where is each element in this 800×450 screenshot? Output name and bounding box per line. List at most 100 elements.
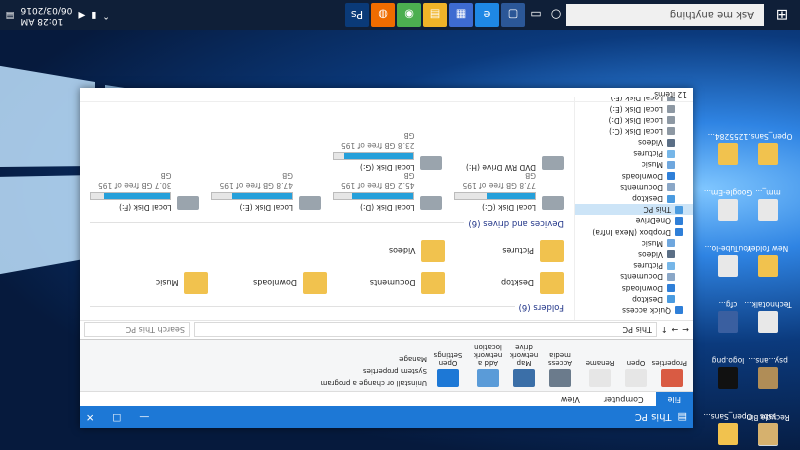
- nav-item[interactable]: Local Disk (D:): [575, 115, 693, 126]
- folder-tile[interactable]: Documents: [327, 270, 446, 296]
- desktop-icon-label: YouTube-lo...: [704, 244, 752, 253]
- tab-computer[interactable]: Computer: [592, 392, 656, 406]
- desktop-icon[interactable]: logo.png: [698, 341, 758, 389]
- address-bar[interactable]: This PC: [194, 322, 657, 338]
- network-icon[interactable]: ▮: [91, 10, 96, 20]
- back-icon[interactable]: ←: [682, 326, 689, 335]
- close-button[interactable]: ✕: [86, 412, 94, 423]
- gear-icon: [437, 369, 459, 387]
- up-icon[interactable]: ↑: [661, 326, 668, 335]
- start-button[interactable]: ⊞: [764, 0, 800, 30]
- nav-item[interactable]: Local Disk (E:): [575, 103, 693, 114]
- maximize-button[interactable]: ☐: [112, 412, 121, 423]
- folder-icon: ▤: [677, 411, 687, 423]
- desktop-icon: [667, 194, 675, 203]
- drive-tile[interactable]: DVD RW Drive (H:): [455, 142, 564, 172]
- file-icon: [718, 423, 738, 445]
- taskbar-app-firefox[interactable]: ◍: [371, 3, 395, 27]
- taskbar-app-edge[interactable]: e: [475, 3, 499, 27]
- rename-button[interactable]: Rename: [585, 359, 615, 387]
- drives-header[interactable]: Devices and drives (6): [90, 218, 564, 228]
- nav-item[interactable]: Desktop: [575, 294, 693, 305]
- properties-button[interactable]: Properties: [652, 359, 687, 387]
- folder-tile[interactable]: Downloads: [209, 270, 327, 296]
- open-settings-button[interactable]: Open Settings: [433, 351, 463, 387]
- nav-item-label: Local Disk (C:): [609, 126, 663, 136]
- desktop-icon[interactable]: 1255284...: [698, 117, 758, 165]
- nav-item[interactable]: Quick access: [575, 305, 693, 316]
- drive-tile[interactable]: Local Disk (D:) 45.2 GB free of 195 GB: [333, 171, 443, 212]
- desktop-icon[interactable]: cfg...: [698, 285, 758, 333]
- drive-tile[interactable]: Local Disk (E:) 47.8 GB free of 195 GB: [211, 171, 321, 212]
- cortana-icon[interactable]: ○: [546, 8, 566, 22]
- nav-item[interactable]: Documents: [575, 182, 693, 193]
- folder-tile[interactable]: Pictures: [446, 238, 564, 264]
- nav-item[interactable]: Videos: [575, 249, 693, 260]
- nav-item[interactable]: Dropbox (Nexa Infra): [575, 227, 693, 238]
- taskbar-app-store[interactable]: ▦: [449, 3, 473, 27]
- file-explorer-window[interactable]: ▤ This PC — ☐ ✕ File Computer View Prope…: [80, 88, 693, 428]
- desktop-icon-label: logo.png: [711, 356, 745, 365]
- folder-tile[interactable]: Desktop: [446, 270, 564, 296]
- nav-item[interactable]: Desktop: [575, 193, 693, 204]
- task-view-icon[interactable]: ▭: [526, 8, 546, 22]
- map-network-drive-button[interactable]: Map network drive: [509, 343, 539, 387]
- desktop-icon[interactable]: Google-Em...: [698, 173, 758, 221]
- file-icon: [718, 367, 738, 389]
- ribbon: Properties Open Rename Access media Map …: [80, 339, 693, 391]
- drive-free-space: 47.8 GB free of 195 GB: [219, 171, 293, 190]
- nav-item[interactable]: Music: [575, 238, 693, 249]
- minimize-button[interactable]: —: [139, 412, 149, 423]
- ribbon-group-system: Open Settings Uninstall or change a prog…: [320, 344, 463, 387]
- drive-tile[interactable]: Local Disk (G:) 23.8 GB free of 195 GB: [333, 131, 443, 172]
- cortana-search-box[interactable]: Ask me anything: [566, 4, 764, 26]
- nav-item-label: Downloads: [621, 283, 663, 293]
- search-input[interactable]: Search This PC: [84, 322, 190, 338]
- folder-tile[interactable]: Music: [90, 270, 209, 296]
- nav-item[interactable]: Local Disk (C:): [575, 126, 693, 137]
- nav-item-label: Documents: [620, 272, 663, 282]
- open-button[interactable]: Open: [621, 359, 651, 387]
- taskbar-app-photoshop[interactable]: Ps: [345, 3, 369, 27]
- nav-item[interactable]: Downloads: [575, 282, 693, 293]
- folder-icon: [421, 240, 446, 262]
- properties-icon: [661, 369, 683, 387]
- clock[interactable]: 10:28 AM 06/03/2016: [21, 4, 73, 26]
- drive-usage-fill: [103, 193, 171, 199]
- access-media-button[interactable]: Access media: [545, 351, 575, 387]
- nav-item[interactable]: Pictures: [575, 148, 693, 159]
- nav-item[interactable]: Videos: [575, 137, 693, 148]
- drive-tile[interactable]: Local Disk (F:) 30.7 GB free of 195 GB: [90, 171, 200, 212]
- uninstall-program-button[interactable]: Uninstall or change a program: [320, 379, 427, 387]
- forward-icon[interactable]: →: [672, 326, 679, 335]
- add-network-location-button[interactable]: Add a network location: [473, 343, 503, 387]
- nav-item-label: Local Disk (E:): [609, 104, 663, 114]
- nav-item[interactable]: Documents: [575, 271, 693, 282]
- system-properties-button[interactable]: System properties: [320, 367, 427, 375]
- nav-item[interactable]: Downloads: [575, 171, 693, 182]
- taskbar-app-file-explorer[interactable]: ▤: [423, 3, 447, 27]
- folders-header[interactable]: Folders (6): [90, 302, 564, 312]
- nav-item[interactable]: Music: [575, 159, 693, 170]
- action-center-icon[interactable]: ▤: [6, 10, 15, 20]
- desktop-icon[interactable]: YouTube-lo...: [698, 229, 758, 277]
- nav-item[interactable]: Pictures: [575, 260, 693, 271]
- nav-item[interactable]: This PC: [575, 204, 693, 216]
- drive-tile[interactable]: Local Disk (C:) 77.8 GB free of 195 GB: [454, 171, 564, 212]
- up-arrow-icon[interactable]: ⌃: [102, 10, 110, 20]
- taskbar-app-chrome[interactable]: ◉: [397, 3, 421, 27]
- taskbar-app-start-menu[interactable]: ▢: [501, 3, 525, 27]
- title-bar[interactable]: ▤ This PC — ☐ ✕: [80, 406, 693, 428]
- volume-icon[interactable]: ◀: [78, 10, 85, 20]
- tab-view[interactable]: View: [549, 392, 592, 406]
- folder-label: Documents: [369, 278, 416, 288]
- ribbon-group-location: Properties Open Rename: [585, 344, 687, 387]
- nav-item[interactable]: OneDrive: [575, 215, 693, 226]
- drive-name: Local Disk (G:): [359, 163, 415, 172]
- open-icon: [625, 369, 647, 387]
- desktop-icon[interactable]: Open_Sans...: [698, 397, 758, 445]
- folder-tile[interactable]: Videos: [327, 238, 446, 264]
- doc-icon: [667, 272, 675, 281]
- manage-button[interactable]: Manage: [320, 355, 427, 363]
- tab-file[interactable]: File: [655, 392, 693, 406]
